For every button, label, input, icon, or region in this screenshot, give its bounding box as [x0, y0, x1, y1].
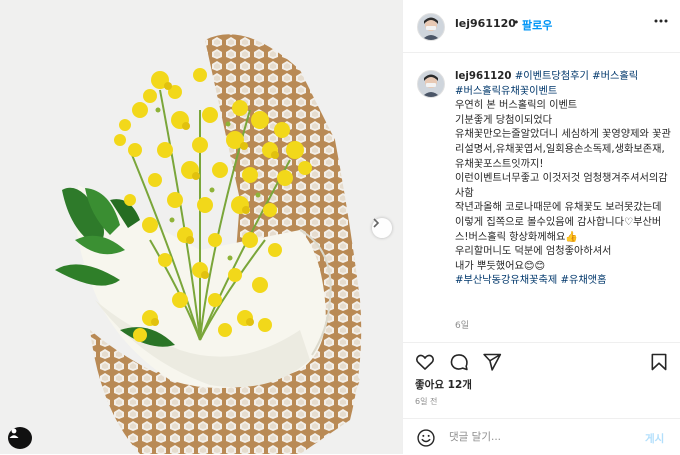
avatar[interactable] [417, 13, 445, 41]
caption-hashtags-second[interactable]: #버스홀릭유채꽃이벤트 [455, 86, 557, 97]
smiley-icon[interactable] [416, 428, 436, 448]
post-header: lej961120 • 팔로우 [403, 0, 680, 53]
follow-button[interactable]: 팔로우 [522, 17, 552, 33]
comment-bar: 게시 [403, 418, 680, 455]
post-details-panel: lej961120 • 팔로우 lej961120 #이벤트당첨후기 #버스홀릭… [402, 0, 680, 454]
action-bar [403, 342, 680, 381]
heart-icon[interactable] [415, 352, 435, 372]
next-photo-button[interactable] [372, 218, 392, 238]
paper-plane-icon[interactable] [482, 352, 502, 372]
caption-hashtags-end[interactable]: #부산낙동강유채꽃축제 #유채앳홈 [455, 275, 607, 286]
separator-dot: • [513, 16, 520, 29]
caption-hashtags-first[interactable]: #이벤트당첨후기 #버스홀릭 [515, 71, 638, 82]
profile-photo [418, 14, 444, 40]
caption-body: 우연히 본 버스홀릭의 이벤트 기분좋게 당첨이되었다 유채꽃만오는줄알았더니 … [455, 100, 671, 272]
post-username[interactable]: lej961120 [455, 17, 516, 30]
post-photo[interactable] [0, 0, 402, 454]
like-count[interactable]: 좋아요 12개 [415, 377, 472, 392]
caption-time: 6일 [455, 321, 470, 331]
chevron-right-icon [373, 218, 380, 228]
caption-avatar[interactable] [417, 70, 445, 98]
rapeseed-bouquet-image [0, 0, 402, 454]
post-comment-button[interactable]: 게시 [645, 431, 664, 446]
comment-bubble-icon[interactable] [449, 352, 469, 372]
post-date: 6일 전 [415, 397, 438, 406]
tagged-users-button[interactable] [8, 427, 32, 449]
user-tag-icon [9, 428, 19, 438]
profile-photo [418, 71, 444, 97]
post-caption: lej961120 #이벤트당첨후기 #버스홀릭 #버스홀릭유채꽃이벤트우연히 본… [455, 70, 671, 289]
caption-username[interactable]: lej961120 [455, 71, 511, 82]
more-horizontal-icon[interactable] [653, 18, 669, 24]
comment-input[interactable] [449, 427, 629, 447]
bookmark-icon[interactable] [649, 352, 669, 372]
